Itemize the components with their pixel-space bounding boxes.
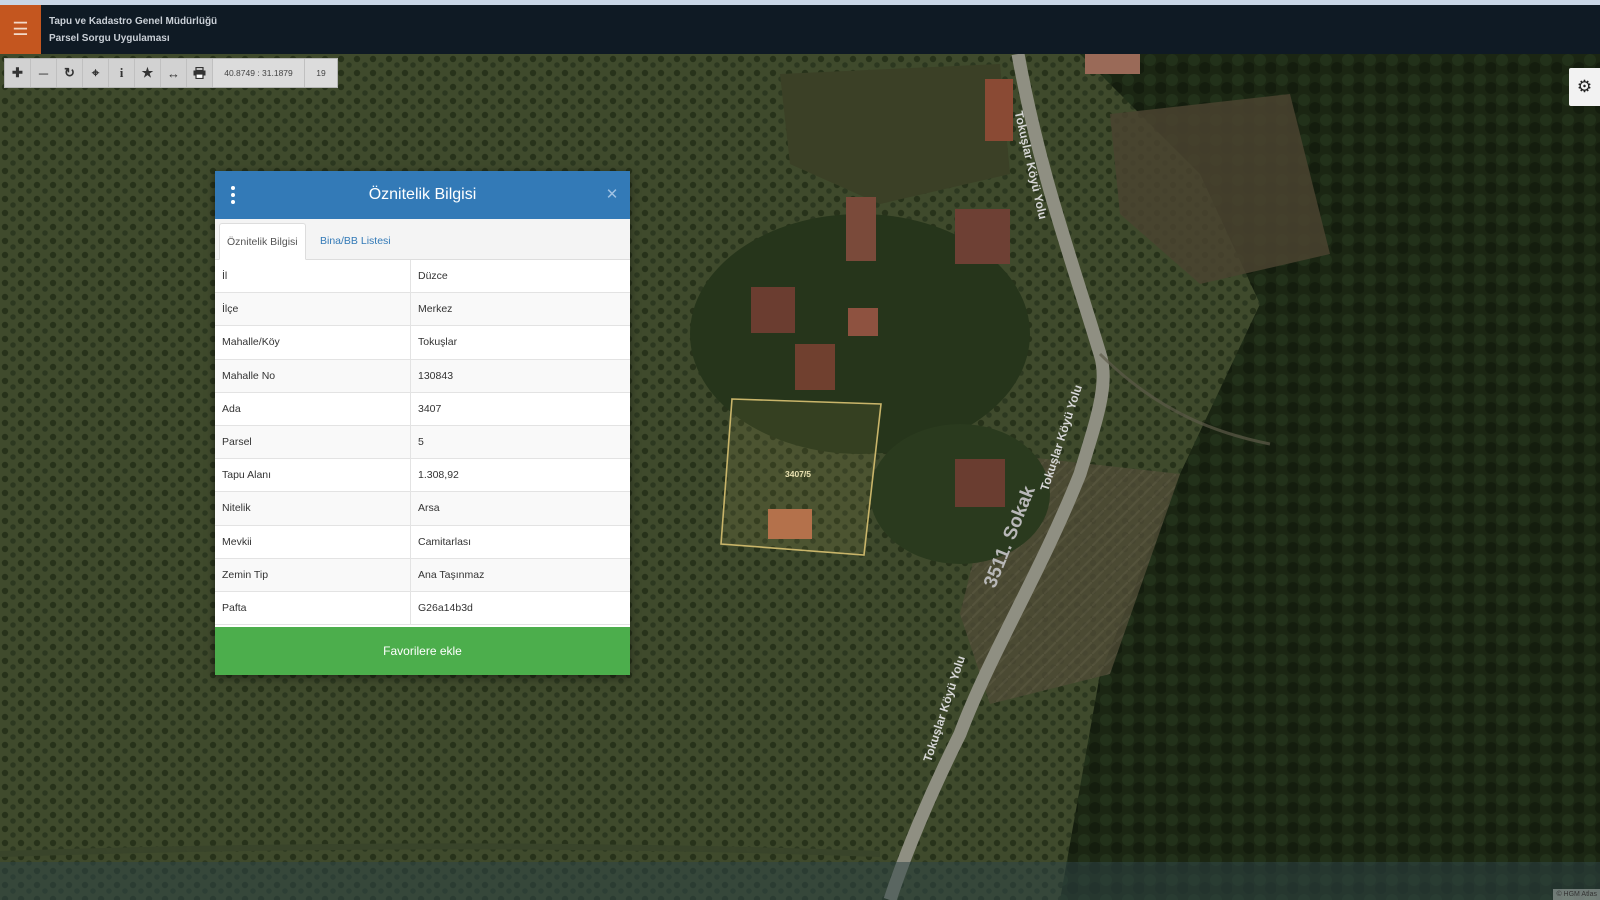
info-icon[interactable]: i — [109, 59, 135, 87]
attribute-key: Ada — [222, 402, 241, 415]
house-roof — [751, 287, 795, 333]
table-row: Tapu Alanı 1.308,92 — [215, 459, 630, 493]
attribute-key: Zemin Tip — [222, 568, 269, 581]
column-divider — [410, 260, 411, 293]
attribute-value: 1.308,92 — [418, 469, 459, 482]
attribute-key: Mahalle/Köy — [222, 336, 280, 349]
attribute-value: 3407 — [418, 402, 442, 415]
house-roof — [848, 308, 878, 336]
print-icon-glyph — [193, 67, 206, 79]
app-header: ☰ Tapu ve Kadastro Genel Müdürlüğü Parse… — [0, 5, 1600, 54]
column-divider — [410, 293, 411, 326]
map-toolbar: ✚ ─ ↻ ⌖ i ★ ↔ 40.8749 : 31.1879 19 — [4, 58, 338, 88]
attribute-value: G26a14b3d — [418, 601, 473, 614]
attribute-value: Arsa — [418, 502, 440, 515]
zoom-level: 19 — [305, 59, 337, 87]
locate-icon[interactable]: ⌖ — [83, 59, 109, 87]
app-name: Parsel Sorgu Uygulaması — [49, 33, 170, 44]
hamburger-icon[interactable]: ☰ — [0, 5, 41, 54]
column-divider — [410, 492, 411, 525]
column-divider — [410, 459, 411, 492]
parcel-label: 3407/5 — [785, 469, 811, 479]
organization-name: Tapu ve Kadastro Genel Müdürlüğü — [49, 16, 218, 27]
attribute-key: Mahalle No — [222, 369, 276, 382]
attribute-value: Merkez — [418, 303, 453, 316]
attribute-value: Camitarlası — [418, 535, 472, 548]
refresh-icon[interactable]: ↻ — [57, 59, 83, 87]
zoom-in-icon[interactable]: ✚ — [5, 59, 31, 87]
house-roof — [985, 79, 1013, 141]
gear-icon[interactable]: ⚙ — [1569, 68, 1600, 106]
table-row: Ada 3407 — [215, 392, 630, 426]
attribute-dialog: Öznitelik Bilgisi ✕ Öznitelik Bilgisi Bi… — [215, 171, 630, 675]
column-divider — [410, 591, 411, 625]
table-row: Pafta G26a14b3d — [215, 591, 630, 626]
table-row: Parsel 5 — [215, 425, 630, 460]
favorite-star-icon[interactable]: ★ — [135, 59, 161, 87]
house-roof — [1085, 54, 1140, 74]
kebab-menu-icon[interactable] — [225, 183, 241, 207]
attribute-key: İlçe — [222, 303, 239, 316]
house-roof — [795, 344, 835, 390]
zoom-out-icon[interactable]: ─ — [31, 59, 57, 87]
attribute-value: Düzce — [418, 270, 448, 282]
tab-building-list[interactable]: Bina/BB Listesi — [313, 223, 398, 260]
table-row: Nitelik Arsa — [215, 492, 630, 526]
table-row: Zemin Tip Ana Taşınmaz — [215, 558, 630, 592]
column-divider — [410, 425, 411, 459]
house-roof — [955, 209, 1010, 264]
house-roof — [846, 197, 876, 261]
table-row: Mevkii Camitarlası — [215, 525, 630, 559]
house-roof — [955, 459, 1005, 507]
attribute-key: Nitelik — [222, 502, 251, 515]
dialog-tabs: Öznitelik Bilgisi Bina/BB Listesi — [215, 219, 630, 260]
close-icon[interactable]: ✕ — [604, 185, 620, 205]
attribute-table: İl Düzce İlçe Merkez Mahalle/Köy Tokuşlar Maha… — [215, 260, 630, 626]
map-attribution: © HGM Atlas — [1553, 889, 1600, 900]
column-divider — [410, 558, 411, 591]
dialog-header: Öznitelik Bilgisi ✕ — [215, 171, 630, 219]
table-row: İl Düzce — [215, 260, 630, 294]
tab-attribute-info[interactable]: Öznitelik Bilgisi — [219, 223, 306, 260]
attribute-value: Tokuşlar — [418, 336, 458, 349]
column-divider — [410, 359, 411, 392]
header-titles: Tapu ve Kadastro Genel Müdürlüğü Parsel … — [49, 13, 217, 47]
attribute-key: İl — [222, 270, 228, 282]
dialog-title: Öznitelik Bilgisi — [368, 186, 477, 203]
column-divider — [410, 392, 411, 425]
table-row: Mahalle/Köy Tokuşlar — [215, 326, 630, 360]
attribute-value: 5 — [418, 435, 424, 448]
coordinate-readout: 40.8749 : 31.1879 — [213, 59, 305, 87]
table-row: İlçe Merkez — [215, 293, 630, 327]
column-divider — [410, 326, 411, 359]
attribute-key: Mevkii — [222, 535, 252, 548]
attribute-key: Pafta — [222, 601, 247, 614]
attribute-key: Parsel — [222, 435, 252, 448]
attribute-key: Tapu Alanı — [222, 469, 272, 482]
measure-icon[interactable]: ↔ — [161, 59, 187, 87]
print-icon[interactable] — [187, 59, 213, 87]
attribute-value: Ana Taşınmaz — [418, 568, 485, 581]
attribute-value: 130843 — [418, 369, 454, 382]
table-row: Mahalle No 130843 — [215, 359, 630, 393]
add-to-favorites-button[interactable]: Favorilere ekle — [215, 627, 630, 675]
column-divider — [410, 525, 411, 558]
app-root: 3407/5 Tokuşlar Köyü Yolu 3511. Sokak To… — [0, 0, 1600, 900]
water-strip — [0, 862, 1600, 900]
